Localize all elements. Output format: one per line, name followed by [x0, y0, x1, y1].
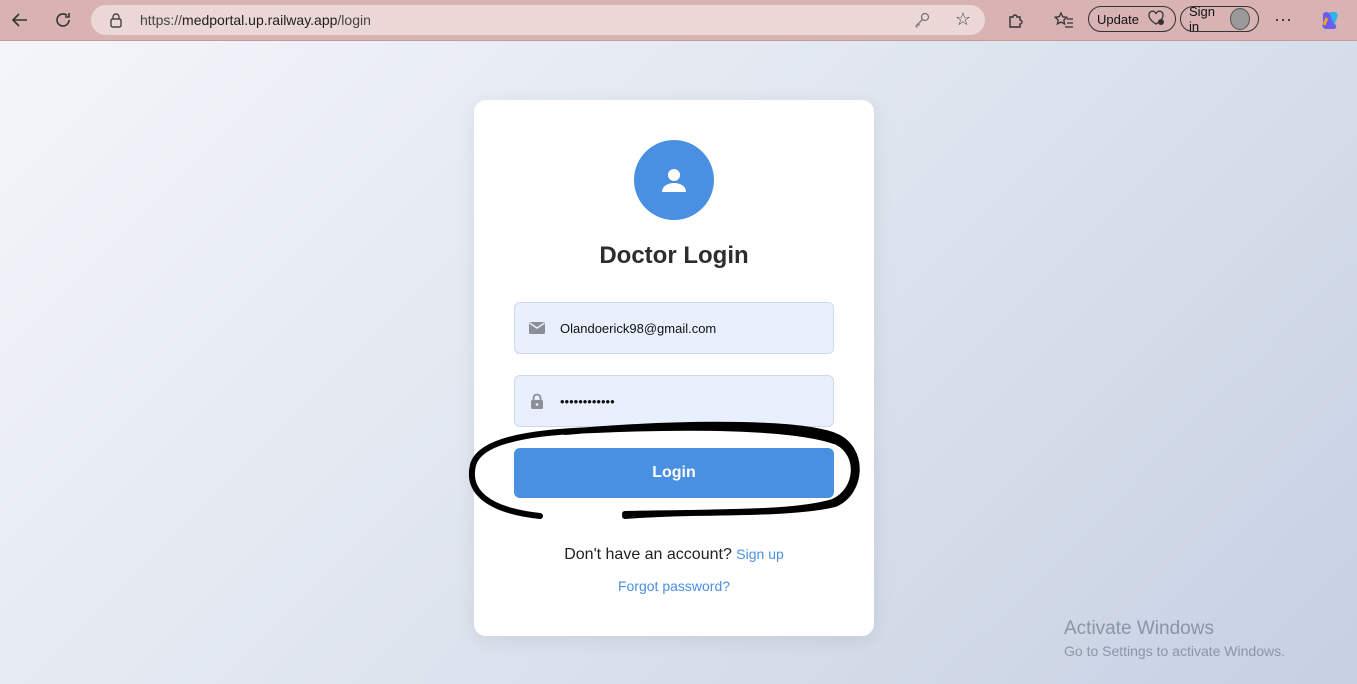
- lock-icon: [528, 392, 546, 410]
- password-field[interactable]: [514, 375, 834, 427]
- login-card: Doctor Login Login Don't have an account…: [474, 100, 874, 636]
- signup-prompt: Don't have an account? Sign up: [474, 546, 874, 564]
- browser-toolbar: https://medportal.up.railway.app/login ☆…: [0, 0, 1357, 41]
- user-avatar-icon: [634, 140, 714, 220]
- address-bar[interactable]: https://medportal.up.railway.app/login ☆: [91, 5, 985, 35]
- password-input[interactable]: [560, 376, 820, 426]
- url-text[interactable]: https://medportal.up.railway.app/login: [140, 12, 371, 28]
- sign-in-label: Sign in: [1189, 4, 1216, 34]
- lock-icon[interactable]: [107, 11, 125, 29]
- favorites-icon[interactable]: [1052, 8, 1076, 32]
- refresh-icon[interactable]: [51, 8, 75, 32]
- forgot-password-row: Forgot password?: [474, 578, 874, 596]
- email-field[interactable]: [514, 302, 834, 354]
- watermark-title: Activate Windows: [1064, 618, 1214, 639]
- heart-icon: [1147, 10, 1165, 29]
- sign-in-button[interactable]: Sign in: [1180, 4, 1259, 34]
- page-title: Doctor Login: [599, 242, 749, 269]
- more-options-icon[interactable]: ⋯: [1271, 8, 1295, 32]
- mail-icon: [528, 319, 546, 337]
- copilot-icon[interactable]: [1318, 8, 1342, 32]
- forgot-password-link[interactable]: Forgot password?: [618, 578, 730, 594]
- update-button[interactable]: Update: [1088, 6, 1176, 32]
- login-button[interactable]: Login: [514, 448, 834, 498]
- key-icon[interactable]: [913, 11, 931, 34]
- update-label: Update: [1097, 11, 1139, 27]
- extensions-icon[interactable]: [1003, 8, 1027, 32]
- email-input[interactable]: [560, 303, 820, 353]
- favorite-star-icon[interactable]: ☆: [955, 9, 971, 30]
- activation-watermark: Activate Windows Go to Settings to activ…: [1064, 618, 1285, 659]
- sign-up-link[interactable]: Sign up: [736, 546, 783, 562]
- signup-prompt-text: Don't have an account?: [564, 546, 732, 563]
- watermark-subtitle: Go to Settings to activate Windows.: [1064, 643, 1285, 659]
- back-arrow-icon[interactable]: [8, 8, 32, 32]
- profile-avatar-icon: [1230, 8, 1250, 30]
